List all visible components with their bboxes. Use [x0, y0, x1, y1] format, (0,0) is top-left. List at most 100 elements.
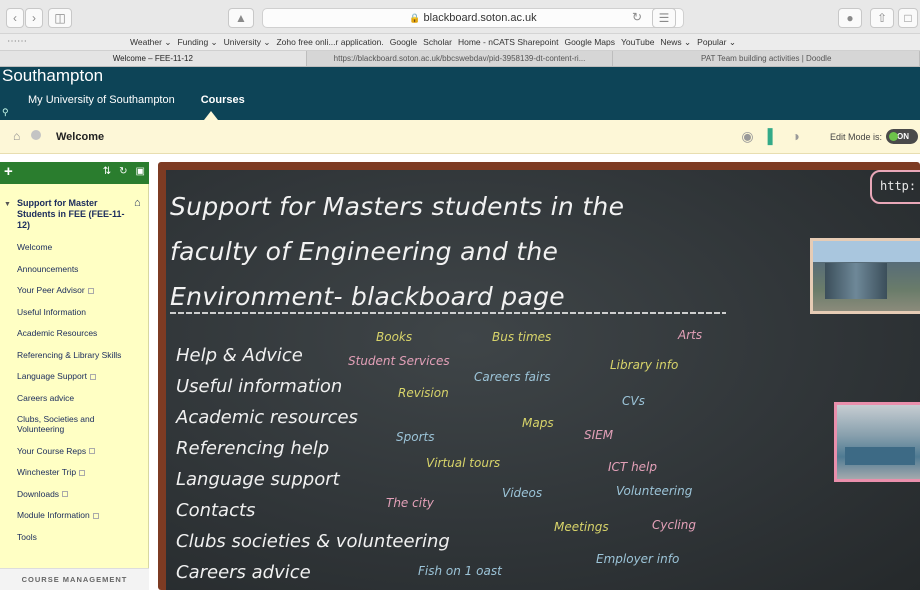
collapse-icon[interactable]: ▼ [4, 201, 11, 208]
menu-item[interactable]: Academic Resources [17, 328, 141, 338]
lab-photo[interactable] [834, 402, 920, 482]
menu-toolbar: + ⇅ ↻ ▣ [0, 162, 149, 184]
board-tag[interactable]: Bus times [492, 330, 551, 344]
download-icon[interactable]: ● [838, 8, 862, 28]
eye-icon[interactable]: ◉ [741, 128, 753, 145]
edit-mode-toggle[interactable]: ON [886, 129, 918, 144]
board-tag[interactable]: Maps [522, 416, 554, 430]
external-link-icon [89, 448, 96, 455]
board-link[interactable]: Academic resources [176, 402, 450, 433]
menu-item-label: Academic Resources [17, 328, 98, 338]
tab-doodle[interactable]: PAT Team building activities | Doodle [613, 51, 920, 66]
sort-icon[interactable]: ⇅ [103, 166, 111, 177]
menu-item[interactable]: Announcements [17, 264, 141, 274]
campus-photo[interactable] [810, 238, 920, 314]
unlock-icon[interactable]: ◑ [792, 128, 800, 145]
board-tag[interactable]: Arts [678, 328, 702, 342]
board-tag[interactable]: Volunteering [616, 484, 692, 498]
menu-item[interactable]: Tools [17, 532, 141, 542]
chart-icon[interactable]: ▌ [768, 128, 778, 145]
sidebar-icon[interactable]: ◫ [48, 8, 72, 28]
refresh-icon[interactable]: ↻ [119, 166, 127, 177]
menu-item[interactable]: Clubs, Societies and Volunteering [17, 414, 141, 434]
address-bar[interactable]: 🔒 blackboard.soton.ac.uk [262, 8, 684, 28]
menu-item-label: Announcements [17, 263, 79, 274]
course-home-icon[interactable]: ⌂ [134, 197, 141, 209]
board-tag[interactable]: Careers fairs [474, 370, 551, 384]
menu-item-label: Welcome [17, 242, 53, 252]
shield-icon[interactable]: ▲ [228, 8, 254, 28]
board-tag[interactable]: Student Services [348, 354, 450, 368]
menu-item[interactable]: Welcome [17, 242, 141, 252]
course-management-header[interactable]: COURSE MANAGEMENT [0, 568, 149, 590]
board-tag[interactable]: Cycling [652, 518, 696, 532]
favorite-item[interactable]: Google [390, 37, 417, 48]
reload-icon[interactable]: ↻ [628, 8, 646, 28]
favorite-item[interactable]: Home - nCATS Sharepoint [458, 37, 558, 48]
chalkboard: Support for Masters students in the facu… [166, 170, 920, 590]
menu-item[interactable]: Language Support [17, 371, 141, 381]
favorite-item[interactable]: Weather ⌄ [130, 37, 171, 48]
chevron-down-icon[interactable] [31, 130, 41, 140]
back-button[interactable]: ‹ [6, 8, 24, 28]
board-tag[interactable]: ICT help [608, 460, 657, 474]
course-menu: ▼ Support for Master Students in FEE (FE… [0, 184, 149, 590]
share-icon[interactable]: ⇧ [870, 8, 894, 28]
board-link[interactable]: Language support [176, 464, 450, 495]
board-tag[interactable]: SIEM [584, 428, 613, 442]
add-icon[interactable]: + [4, 163, 13, 180]
reader-icon[interactable]: ☰ [652, 8, 676, 28]
board-tag[interactable]: Videos [502, 486, 542, 500]
menu-item[interactable]: Careers advice [17, 393, 141, 403]
menu-item[interactable]: Module Information [17, 510, 141, 520]
external-link-icon [92, 512, 99, 519]
http-label[interactable]: http: [870, 170, 920, 204]
favorite-item[interactable]: University ⌄ [224, 37, 271, 48]
home-icon[interactable]: ⌂ [13, 129, 20, 143]
chalk-underline [170, 312, 726, 314]
menu-item[interactable]: Winchester Trip [17, 467, 141, 477]
external-link-icon [79, 469, 86, 476]
favorite-item[interactable]: Popular ⌄ [697, 37, 736, 48]
board-tag[interactable]: Fish on 1 oast [418, 564, 502, 578]
board-tag[interactable]: Employer info [596, 552, 679, 566]
board-tag[interactable]: Books [376, 330, 412, 344]
board-tag[interactable]: Revision [398, 386, 449, 400]
site-header: Southampton My University of Southampton… [0, 66, 920, 120]
favorite-item[interactable]: Scholar [423, 37, 452, 48]
brand-logo[interactable]: Southampton [2, 66, 103, 86]
favorite-item[interactable]: News ⌄ [660, 37, 691, 48]
folder-icon[interactable]: ▣ [136, 166, 145, 177]
forward-button[interactable]: › [25, 8, 43, 28]
board-tag[interactable]: Sports [396, 430, 434, 444]
menu-item[interactable]: Your Course Reps [17, 446, 141, 456]
menu-item-label: Referencing & Library Skills [17, 349, 122, 360]
board-tag[interactable]: Virtual tours [426, 456, 500, 470]
favorite-item[interactable]: Google Maps [564, 37, 615, 48]
favorite-item[interactable]: Funding ⌄ [177, 37, 217, 48]
page-tools: ◉ ▌ ◑ [741, 128, 800, 145]
board-title: Support for Masters students in the facu… [170, 184, 624, 319]
tab-welcome[interactable]: Welcome – FEE-11-12 [0, 51, 307, 66]
menu-item[interactable]: Useful Information [17, 307, 141, 317]
favorite-item[interactable]: Zoho free onli...r application. [276, 37, 383, 48]
menu-item[interactable]: Your Peer Advisor [17, 285, 141, 295]
tab-bbcswebdav[interactable]: https://blackboard.soton.ac.uk/bbcswebda… [307, 51, 614, 66]
favorites-list: Weather ⌄ Funding ⌄ University ⌄ Zoho free … [130, 37, 736, 48]
board-tag[interactable]: The city [386, 496, 434, 510]
nav-courses[interactable]: Courses [201, 94, 245, 106]
nav-my-university[interactable]: My University of Southampton [28, 94, 175, 106]
board-link[interactable]: Careers advice [176, 557, 450, 588]
tabs-icon[interactable]: □ [898, 8, 918, 28]
menu-item[interactable]: Referencing & Library Skills [17, 350, 141, 360]
grid-icon[interactable]: ⋯⋯ [7, 36, 27, 47]
favorite-item[interactable]: YouTube [621, 37, 654, 48]
board-tag[interactable]: CVs [622, 394, 645, 408]
breadcrumb: ⌂ Welcome ◉ ▌ ◑ Edit Mode is: ON [0, 120, 920, 154]
top-nav: My University of Southampton Courses [28, 94, 245, 106]
board-tag[interactable]: Meetings [554, 520, 609, 534]
board-link[interactable]: Clubs societies & volunteering [176, 526, 450, 557]
board-tag[interactable]: Library info [610, 358, 678, 372]
course-title[interactable]: Support for Master Students in FEE (FEE-… [17, 198, 133, 231]
menu-item[interactable]: Downloads [17, 489, 141, 499]
